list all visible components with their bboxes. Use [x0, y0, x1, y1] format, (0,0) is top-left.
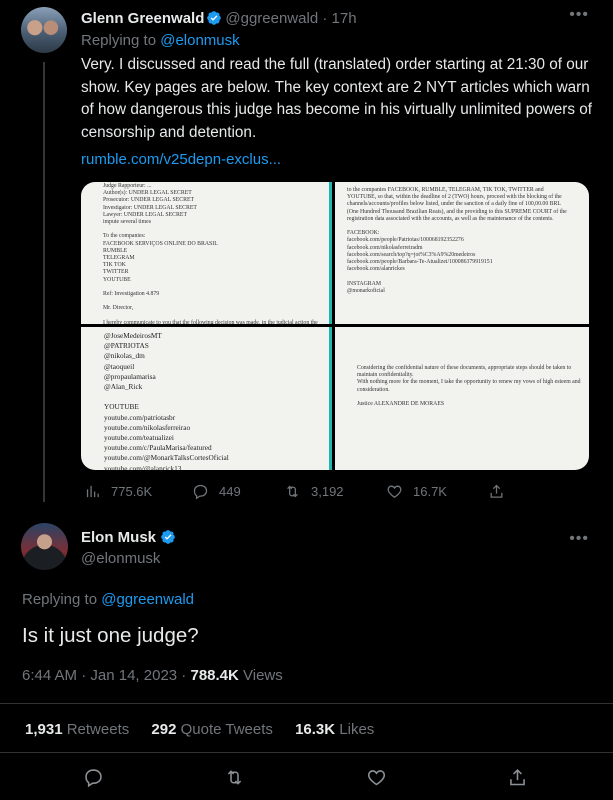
document-text: Considering the confidential nature of t… — [357, 365, 581, 408]
engagement-stats: 1,931 Retweets 292 Quote Tweets 16.3K Li… — [25, 721, 392, 738]
replying-to: Replying to @elonmusk — [81, 32, 240, 49]
retweet-icon — [287, 485, 298, 498]
parent-tweet[interactable]: Glenn Greenwald @ggreenwald · 17h ••• Rep… — [0, 0, 613, 512]
tweet-header: Glenn Greenwald @ggreenwald · 17h — [81, 10, 357, 28]
divider — [329, 182, 332, 324]
share-icon — [490, 484, 503, 498]
document-text: to the companies FACEBOOK, RUMBLE, TELEG… — [347, 187, 567, 294]
media-image-2[interactable]: to the companies FACEBOOK, RUMBLE, TELEG… — [335, 182, 589, 324]
tweet-action-bar — [0, 767, 613, 789]
quotes-count: 292 — [151, 721, 177, 738]
reply-icon — [193, 484, 208, 500]
separator: · — [77, 667, 91, 684]
separator: · — [322, 10, 328, 27]
media-image-1[interactable]: Judge Rapporteur: ... Author(s): UNDER L… — [81, 182, 332, 324]
timestamp[interactable]: 6:44 AM — [22, 667, 77, 684]
retweets-count: 1,931 — [25, 721, 63, 738]
author-name[interactable]: Glenn Greenwald — [81, 10, 204, 27]
avatar[interactable] — [21, 523, 68, 570]
verified-icon — [161, 530, 175, 544]
mention-link[interactable]: @ggreenwald — [101, 591, 194, 608]
like-icon — [387, 485, 402, 498]
retweets-label: Retweets — [62, 721, 130, 738]
media-grid[interactable]: Judge Rapporteur: ... Author(s): UNDER L… — [81, 182, 589, 470]
views-icon — [86, 485, 99, 498]
thread-line — [43, 62, 45, 502]
like-icon[interactable] — [366, 767, 387, 788]
replying-prefix: Replying to — [81, 32, 161, 49]
like-button[interactable]: 16.7K — [386, 483, 447, 500]
tweet-metadata: 6:44 AM · Jan 14, 2023 · 788.4K Views — [22, 667, 283, 684]
quotes-label: Quote Tweets — [176, 721, 273, 738]
author-name[interactable]: Elon Musk — [81, 529, 156, 546]
author-name-row: Elon Musk — [81, 529, 179, 546]
like-count: 16.7K — [413, 484, 447, 499]
media-image-4[interactable]: Considering the confidential nature of t… — [335, 327, 589, 470]
tweet-text: Is it just one judge? — [22, 624, 199, 647]
views-count: 775.6K — [111, 484, 153, 499]
avatar[interactable] — [21, 7, 67, 53]
likes-stat[interactable]: 16.3K Likes — [295, 721, 374, 738]
reply-icon[interactable] — [83, 767, 104, 788]
reply-button[interactable]: 449 — [192, 483, 241, 500]
views-count: 788.4K — [190, 667, 239, 684]
verified-icon — [207, 11, 222, 25]
replying-prefix: Replying to — [22, 591, 102, 608]
retweets-stat[interactable]: 1,931 Retweets — [25, 721, 129, 738]
reply-count: 449 — [219, 484, 241, 499]
replying-to: Replying to @ggreenwald — [22, 591, 194, 608]
tweet-actions: 775.6K 449 3,192 16.7K — [84, 483, 544, 503]
more-icon[interactable]: ••• — [569, 530, 589, 548]
likes-label: Likes — [335, 721, 375, 738]
retweet-icon[interactable] — [224, 767, 245, 788]
date[interactable]: Jan 14, 2023 — [90, 667, 177, 684]
divider — [329, 327, 332, 470]
more-icon[interactable]: ••• — [569, 6, 589, 24]
author-handle[interactable]: @ggreenwald — [225, 10, 318, 27]
share-icon[interactable] — [507, 767, 528, 788]
views-label: Views — [238, 667, 283, 684]
external-link[interactable]: rumble.com/v25depn-exclus... — [81, 151, 281, 168]
tweet-text: Very. I discussed and read the full (tra… — [81, 56, 593, 141]
retweet-count: 3,192 — [311, 484, 344, 499]
media-image-3[interactable]: @JoseMedeirosMT @PATRIOTAS @nikolas_dm @… — [81, 327, 332, 470]
author-handle[interactable]: @elonmusk — [81, 550, 160, 567]
document-text: Judge Rapporteur: ... Author(s): UNDER L… — [103, 183, 318, 324]
document-text: @JoseMedeirosMT @PATRIOTAS @nikolas_dm @… — [104, 331, 229, 470]
divider — [0, 752, 613, 753]
divider — [0, 703, 613, 704]
quote-tweets-stat[interactable]: 292 Quote Tweets — [151, 721, 272, 738]
timestamp[interactable]: 17h — [332, 10, 357, 27]
mention-link[interactable]: @elonmusk — [160, 32, 239, 49]
views-button[interactable]: 775.6K — [84, 483, 152, 500]
retweet-button[interactable]: 3,192 — [284, 483, 344, 500]
likes-count: 16.3K — [295, 721, 336, 738]
share-button[interactable] — [488, 483, 505, 500]
separator: · — [177, 667, 191, 684]
